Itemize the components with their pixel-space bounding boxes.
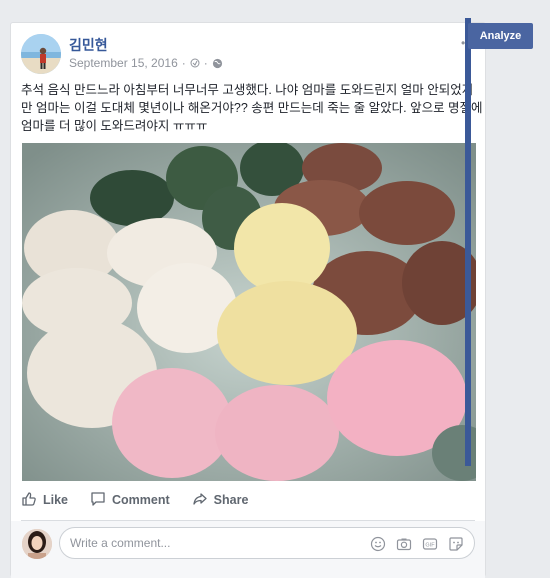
like-label: Like xyxy=(43,493,69,507)
post-meta: September 15, 2016 · · xyxy=(69,56,223,70)
comment-input-icons: GIF xyxy=(370,536,464,552)
gif-icon[interactable]: GIF xyxy=(422,536,438,552)
post-text: 추석 음식 만드느라 아침부터 너무너무 고생했다. 나야 엄마를 도와드린지 … xyxy=(21,83,483,133)
post-card: 김민현 September 15, 2016 · · 추석 음식 만드느라 아침… xyxy=(10,22,486,578)
meta-separator: · xyxy=(181,56,186,70)
viewer-avatar[interactable] xyxy=(22,529,52,559)
edit-icon xyxy=(190,58,200,68)
post-photo[interactable] xyxy=(22,143,476,481)
author-name[interactable]: 김민현 xyxy=(69,35,108,55)
comment-input[interactable]: Write a comment... GIF xyxy=(59,527,475,559)
like-button[interactable]: Like xyxy=(21,491,68,510)
comment-placeholder: Write a comment... xyxy=(70,536,171,550)
share-label: Share xyxy=(213,493,249,507)
sticker-icon[interactable] xyxy=(448,536,464,552)
post-date[interactable]: September 15, 2016 xyxy=(69,56,178,70)
meta-separator-2: · xyxy=(203,56,208,70)
emoji-icon[interactable] xyxy=(370,536,386,552)
camera-icon[interactable] xyxy=(396,536,412,552)
comment-button[interactable]: Comment xyxy=(90,491,170,510)
post-actions: Like Comment Share xyxy=(11,481,485,519)
svg-text:GIF: GIF xyxy=(425,543,435,549)
globe-icon[interactable] xyxy=(212,58,223,69)
share-icon xyxy=(192,491,208,510)
comment-icon xyxy=(90,491,106,510)
thumbs-up-icon xyxy=(21,491,37,510)
comment-composer: Write a comment... GIF xyxy=(11,521,485,578)
analyze-button[interactable]: Analyze xyxy=(468,23,533,49)
author-avatar[interactable] xyxy=(21,34,61,74)
analyze-panel-bar xyxy=(465,18,471,466)
comment-label: Comment xyxy=(112,493,170,507)
share-button[interactable]: Share xyxy=(192,491,249,510)
